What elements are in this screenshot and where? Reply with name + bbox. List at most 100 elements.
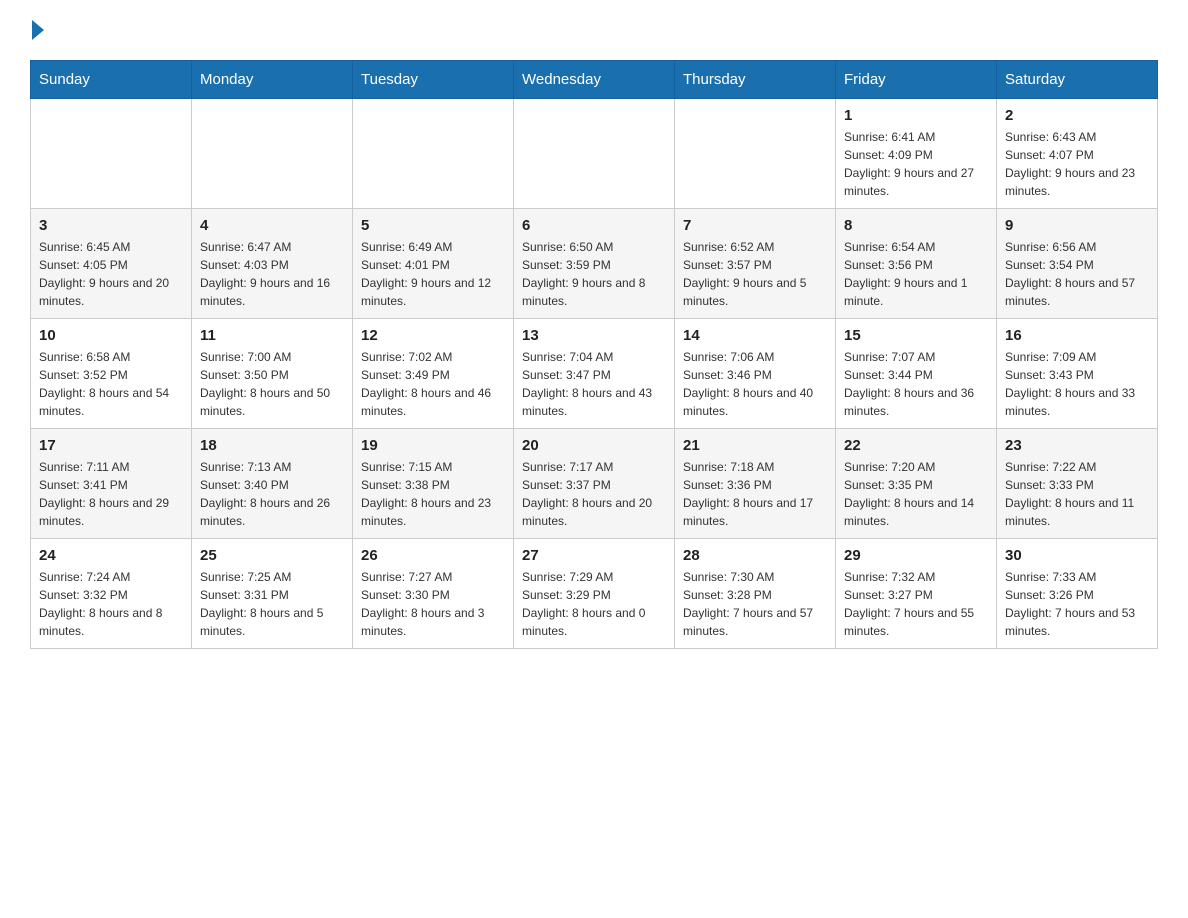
- day-number: 15: [844, 327, 988, 344]
- weekday-header-saturday: Saturday: [997, 61, 1158, 99]
- day-info: Sunrise: 7:25 AM Sunset: 3:31 PM Dayligh…: [200, 568, 344, 640]
- day-info: Sunrise: 7:18 AM Sunset: 3:36 PM Dayligh…: [683, 458, 827, 530]
- day-number: 19: [361, 437, 505, 454]
- calendar-cell: 18 Sunrise: 7:13 AM Sunset: 3:40 PM Dayli…: [192, 429, 353, 539]
- calendar-cell: 6 Sunrise: 6:50 AM Sunset: 3:59 PM Daylig…: [514, 209, 675, 319]
- day-number: 17: [39, 437, 183, 454]
- day-info: Sunrise: 7:04 AM Sunset: 3:47 PM Dayligh…: [522, 348, 666, 420]
- logo: [30, 20, 44, 40]
- calendar-cell: 30 Sunrise: 7:33 AM Sunset: 3:26 PM Dayli…: [997, 539, 1158, 649]
- day-number: 29: [844, 547, 988, 564]
- day-info: Sunrise: 6:45 AM Sunset: 4:05 PM Dayligh…: [39, 238, 183, 310]
- calendar-cell: 10Sunrise: 6:58 AM Sunset: 3:52 PM Dayli…: [31, 319, 192, 429]
- calendar-cell: 4Sunrise: 6:47 AM Sunset: 4:03 PM Daylig…: [192, 209, 353, 319]
- day-info: Sunrise: 7:09 AM Sunset: 3:43 PM Dayligh…: [1005, 348, 1149, 420]
- weekday-header-friday: Friday: [836, 61, 997, 99]
- day-info: Sunrise: 7:02 AM Sunset: 3:49 PM Dayligh…: [361, 348, 505, 420]
- calendar-cell: 13 Sunrise: 7:04 AM Sunset: 3:47 PM Dayli…: [514, 319, 675, 429]
- calendar-cell: 29 Sunrise: 7:32 AM Sunset: 3:27 PM Dayli…: [836, 539, 997, 649]
- day-info: Sunrise: 7:30 AM Sunset: 3:28 PM Dayligh…: [683, 568, 827, 640]
- calendar-cell: 27 Sunrise: 7:29 AM Sunset: 3:29 PM Dayli…: [514, 539, 675, 649]
- day-number: 20: [522, 437, 666, 454]
- weekday-header-monday: Monday: [192, 61, 353, 99]
- calendar-cell: [192, 99, 353, 209]
- calendar-cell: 1 Sunrise: 6:41 AM Sunset: 4:09 PM Daylig…: [836, 99, 997, 209]
- day-info: Sunrise: 7:17 AM Sunset: 3:37 PM Dayligh…: [522, 458, 666, 530]
- calendar-cell: 11Sunrise: 7:00 AM Sunset: 3:50 PM Dayli…: [192, 319, 353, 429]
- day-number: 21: [683, 437, 827, 454]
- day-info: Sunrise: 7:07 AM Sunset: 3:44 PM Dayligh…: [844, 348, 988, 420]
- weekday-header-thursday: Thursday: [675, 61, 836, 99]
- day-number: 3: [39, 217, 183, 234]
- day-info: Sunrise: 7:24 AM Sunset: 3:32 PM Dayligh…: [39, 568, 183, 640]
- day-number: 23: [1005, 437, 1149, 454]
- day-number: 18: [200, 437, 344, 454]
- day-info: Sunrise: 7:11 AM Sunset: 3:41 PM Dayligh…: [39, 458, 183, 530]
- day-number: 30: [1005, 547, 1149, 564]
- day-info: Sunrise: 7:33 AM Sunset: 3:26 PM Dayligh…: [1005, 568, 1149, 640]
- day-number: 25: [200, 547, 344, 564]
- calendar-cell: 20 Sunrise: 7:17 AM Sunset: 3:37 PM Dayli…: [514, 429, 675, 539]
- day-info: Sunrise: 7:29 AM Sunset: 3:29 PM Dayligh…: [522, 568, 666, 640]
- day-info: Sunrise: 6:54 AM Sunset: 3:56 PM Dayligh…: [844, 238, 988, 310]
- calendar-cell: 24 Sunrise: 7:24 AM Sunset: 3:32 PM Dayli…: [31, 539, 192, 649]
- day-number: 28: [683, 547, 827, 564]
- calendar-cell: 25 Sunrise: 7:25 AM Sunset: 3:31 PM Dayli…: [192, 539, 353, 649]
- calendar-cell: 16Sunrise: 7:09 AM Sunset: 3:43 PM Dayli…: [997, 319, 1158, 429]
- week-row-5: 24 Sunrise: 7:24 AM Sunset: 3:32 PM Dayli…: [31, 539, 1158, 649]
- calendar-cell: 14Sunrise: 7:06 AM Sunset: 3:46 PM Dayli…: [675, 319, 836, 429]
- calendar-cell: 22 Sunrise: 7:20 AM Sunset: 3:35 PM Dayli…: [836, 429, 997, 539]
- day-info: Sunrise: 6:49 AM Sunset: 4:01 PM Dayligh…: [361, 238, 505, 310]
- page-header: [30, 20, 1158, 40]
- day-number: 1: [844, 107, 988, 124]
- calendar-cell: [514, 99, 675, 209]
- day-info: Sunrise: 6:58 AM Sunset: 3:52 PM Dayligh…: [39, 348, 183, 420]
- day-number: 12: [361, 327, 505, 344]
- week-row-3: 10Sunrise: 6:58 AM Sunset: 3:52 PM Dayli…: [31, 319, 1158, 429]
- day-info: Sunrise: 7:15 AM Sunset: 3:38 PM Dayligh…: [361, 458, 505, 530]
- calendar-cell: 5 Sunrise: 6:49 AM Sunset: 4:01 PM Daylig…: [353, 209, 514, 319]
- calendar-cell: 23 Sunrise: 7:22 AM Sunset: 3:33 PM Dayli…: [997, 429, 1158, 539]
- day-info: Sunrise: 7:20 AM Sunset: 3:35 PM Dayligh…: [844, 458, 988, 530]
- day-info: Sunrise: 6:43 AM Sunset: 4:07 PM Dayligh…: [1005, 128, 1149, 200]
- calendar-cell: [675, 99, 836, 209]
- day-number: 22: [844, 437, 988, 454]
- day-number: 2: [1005, 107, 1149, 124]
- calendar-cell: 3 Sunrise: 6:45 AM Sunset: 4:05 PM Daylig…: [31, 209, 192, 319]
- week-row-4: 17 Sunrise: 7:11 AM Sunset: 3:41 PM Dayli…: [31, 429, 1158, 539]
- calendar-cell: 28 Sunrise: 7:30 AM Sunset: 3:28 PM Dayli…: [675, 539, 836, 649]
- day-info: Sunrise: 7:27 AM Sunset: 3:30 PM Dayligh…: [361, 568, 505, 640]
- day-info: Sunrise: 6:50 AM Sunset: 3:59 PM Dayligh…: [522, 238, 666, 310]
- day-number: 5: [361, 217, 505, 234]
- day-number: 7: [683, 217, 827, 234]
- day-info: Sunrise: 7:32 AM Sunset: 3:27 PM Dayligh…: [844, 568, 988, 640]
- calendar-cell: 12 Sunrise: 7:02 AM Sunset: 3:49 PM Dayli…: [353, 319, 514, 429]
- day-info: Sunrise: 7:13 AM Sunset: 3:40 PM Dayligh…: [200, 458, 344, 530]
- calendar-cell: 19 Sunrise: 7:15 AM Sunset: 3:38 PM Dayli…: [353, 429, 514, 539]
- calendar-cell: [353, 99, 514, 209]
- calendar-header-row: SundayMondayTuesdayWednesdayThursdayFrid…: [31, 61, 1158, 99]
- day-number: 9: [1005, 217, 1149, 234]
- calendar-cell: 17 Sunrise: 7:11 AM Sunset: 3:41 PM Dayli…: [31, 429, 192, 539]
- weekday-header-sunday: Sunday: [31, 61, 192, 99]
- day-info: Sunrise: 7:22 AM Sunset: 3:33 PM Dayligh…: [1005, 458, 1149, 530]
- day-number: 6: [522, 217, 666, 234]
- weekday-header-tuesday: Tuesday: [353, 61, 514, 99]
- calendar-cell: 8Sunrise: 6:54 AM Sunset: 3:56 PM Daylig…: [836, 209, 997, 319]
- calendar-cell: 26Sunrise: 7:27 AM Sunset: 3:30 PM Dayli…: [353, 539, 514, 649]
- day-number: 27: [522, 547, 666, 564]
- day-info: Sunrise: 6:41 AM Sunset: 4:09 PM Dayligh…: [844, 128, 988, 200]
- day-number: 24: [39, 547, 183, 564]
- calendar-table: SundayMondayTuesdayWednesdayThursdayFrid…: [30, 60, 1158, 649]
- day-info: Sunrise: 7:00 AM Sunset: 3:50 PM Dayligh…: [200, 348, 344, 420]
- calendar-cell: 21 Sunrise: 7:18 AM Sunset: 3:36 PM Dayli…: [675, 429, 836, 539]
- weekday-header-wednesday: Wednesday: [514, 61, 675, 99]
- logo-arrow-icon: [32, 20, 44, 40]
- calendar-cell: 15 Sunrise: 7:07 AM Sunset: 3:44 PM Dayli…: [836, 319, 997, 429]
- calendar-cell: 9Sunrise: 6:56 AM Sunset: 3:54 PM Daylig…: [997, 209, 1158, 319]
- week-row-1: 1 Sunrise: 6:41 AM Sunset: 4:09 PM Daylig…: [31, 99, 1158, 209]
- day-number: 13: [522, 327, 666, 344]
- calendar-cell: 7Sunrise: 6:52 AM Sunset: 3:57 PM Daylig…: [675, 209, 836, 319]
- day-number: 4: [200, 217, 344, 234]
- calendar-cell: 2 Sunrise: 6:43 AM Sunset: 4:07 PM Daylig…: [997, 99, 1158, 209]
